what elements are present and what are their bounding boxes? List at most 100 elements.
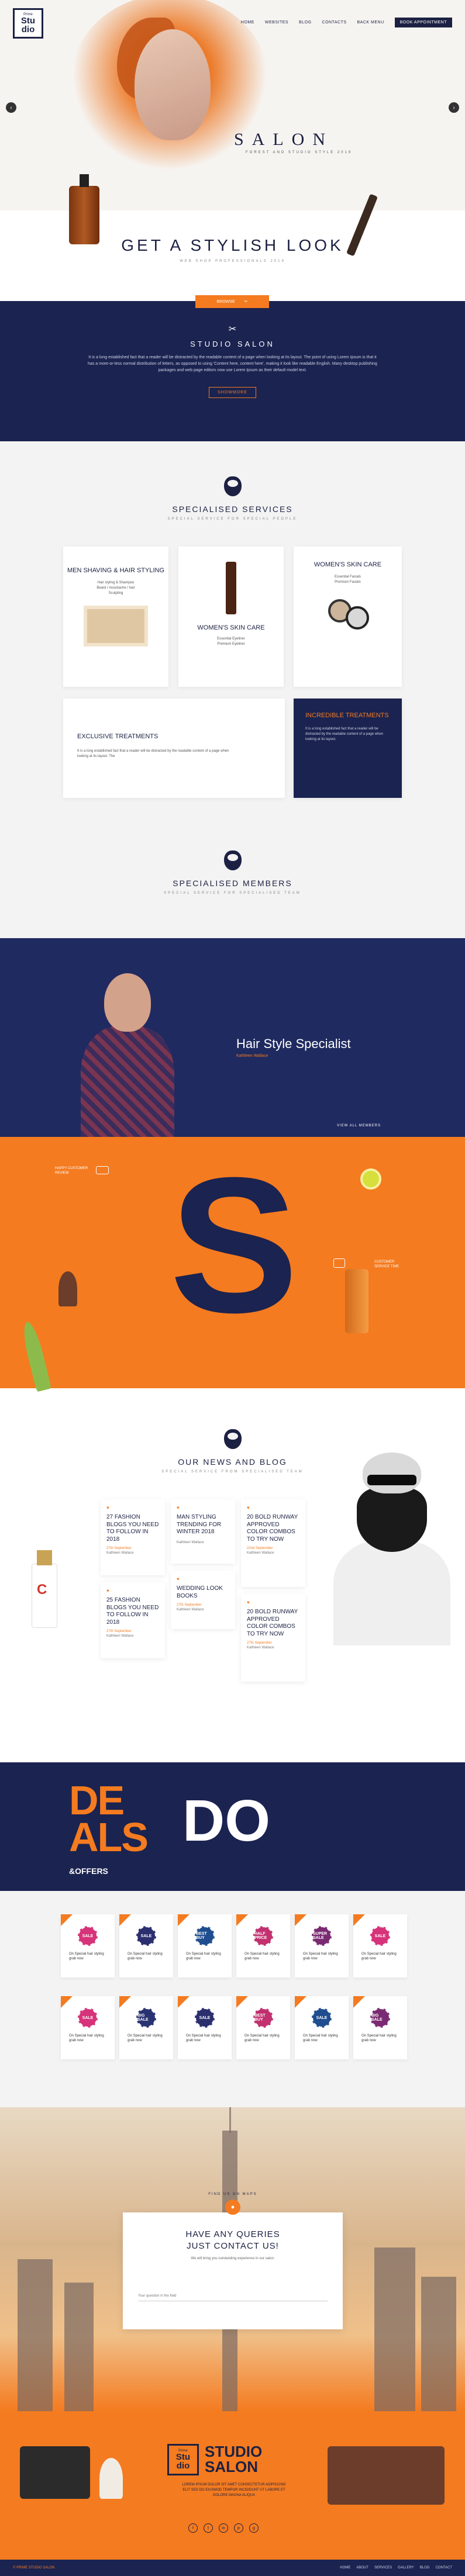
heart-icon: ♥ bbox=[247, 1505, 250, 1510]
google-icon[interactable]: g bbox=[249, 2523, 259, 2533]
sale-badge-icon: SALE bbox=[78, 1926, 98, 1946]
footer-link[interactable]: ABOUT bbox=[356, 2566, 368, 2570]
powder-compact-image bbox=[325, 596, 371, 631]
blog-post-title: 20 BOLD RUNWAY APPROVED COLOR COMBOS TO … bbox=[247, 1514, 298, 1543]
twitter-icon[interactable]: t bbox=[204, 2523, 213, 2533]
offer-card[interactable]: BIG SALE On Special hair styling grab now bbox=[353, 1996, 407, 2059]
blog-post-author: Kathleen Wallace bbox=[247, 1551, 274, 1555]
stylish-section: GET A STYLISH LOOK WEB SHOP PROFESSIONAL… bbox=[0, 174, 465, 301]
hero-subtitle: FOREST AND STUDIO STYLE 2019 bbox=[246, 151, 353, 154]
blog-post-card[interactable]: ♥ 25 FASHION BLOGS YOU NEED TO FOLLOW IN… bbox=[101, 1582, 165, 1658]
deals-offers: &OFFERS bbox=[69, 1866, 108, 1876]
blog-post-title: 20 BOLD RUNWAY APPROVED COLOR COMBOS TO … bbox=[247, 1609, 298, 1637]
footer-link[interactable]: BLOG bbox=[420, 2566, 430, 2570]
members-title: SPECIALISED MEMBERS bbox=[173, 879, 292, 888]
blog-post-card[interactable]: ♥ 20 BOLD RUNWAY APPROVED COLOR COMBOS T… bbox=[241, 1594, 305, 1682]
offer-text: On Special hair styling grab now bbox=[244, 2034, 280, 2043]
members-subtitle: SPECIAL SERVICE FOR SPECIALISED TEAM bbox=[164, 891, 301, 895]
building-image bbox=[421, 2277, 456, 2411]
service-card-line: Sculpting bbox=[108, 592, 123, 596]
services-heading: SPECIALISED SERVICES SPECIAL SERVICE FOR… bbox=[0, 441, 465, 521]
incredible-treatments-card[interactable]: INCREDIBLE TREATMENTS It is a long estab… bbox=[294, 699, 402, 798]
beard-man-icon bbox=[223, 476, 242, 496]
offer-card[interactable]: SUPER SALE On Special hair styling grab n… bbox=[295, 1914, 349, 1977]
sale-badge-icon: HALF PRICE bbox=[253, 1926, 273, 1946]
members-heading-section: SPECIALISED MEMBERS SPECIAL SERVICE FOR … bbox=[0, 850, 465, 938]
offer-card[interactable]: SALE On Special hair styling grab now bbox=[61, 1914, 115, 1977]
nav-item-home[interactable]: HOME bbox=[241, 20, 254, 25]
offer-card[interactable]: SALE On Special hair styling grab now bbox=[178, 1996, 232, 2059]
offer-corner-ribbon bbox=[353, 1914, 365, 1926]
nav-item-blog[interactable]: BLOG bbox=[299, 20, 311, 25]
offer-text: On Special hair styling grab now bbox=[361, 2034, 397, 2043]
footer-link[interactable]: HOME bbox=[340, 2566, 350, 2570]
nav-item-contacts[interactable]: CONTACTS bbox=[322, 20, 347, 25]
service-card-line: Essential Facials bbox=[334, 575, 361, 579]
heart-icon: ♥ bbox=[177, 1505, 180, 1510]
offer-card[interactable]: BEST BUY On Special hair styling grab now bbox=[236, 1996, 290, 2059]
offer-card[interactable]: SALE On Special hair styling grab now bbox=[119, 1914, 173, 1977]
brand-logo[interactable]: Prime Stu dio bbox=[13, 8, 43, 39]
offer-corner-ribbon bbox=[236, 1914, 248, 1926]
book-appointment-button[interactable]: BOOK APPOINTMENT bbox=[394, 18, 452, 27]
building-image bbox=[64, 2283, 94, 2411]
offer-text: On Special hair styling grab now bbox=[69, 2034, 104, 2043]
offer-corner-ribbon bbox=[119, 1914, 131, 1926]
stylish-subtitle: WEB SHOP PROFESSIONALS 2019 bbox=[180, 260, 285, 263]
sale-badge-icon: BIG SALE bbox=[370, 2008, 390, 2028]
footer-link[interactable]: GALLERY bbox=[398, 2566, 414, 2570]
blog-post-title: 27 FASHION BLOGS YOU NEED TO FOLLOW IN 2… bbox=[106, 1514, 159, 1543]
linkedin-icon[interactable]: in bbox=[219, 2523, 228, 2533]
footer: Prime Stu dio STUDIO SALON LOREM IPSUM D… bbox=[0, 2411, 465, 2560]
offer-card[interactable]: BEST BUY On Special hair styling grab now bbox=[178, 1914, 232, 1977]
antenna-image bbox=[229, 2107, 231, 2133]
offer-corner-ribbon bbox=[353, 1996, 365, 2008]
blog-post-card[interactable]: ♥ MAN STYLING TRENDING FOR WINTER 2018 K… bbox=[171, 1499, 235, 1564]
service-card-line: Premium Facials bbox=[335, 580, 361, 585]
footer-brand-line2: dio bbox=[176, 2461, 190, 2471]
show-more-button[interactable]: SHOWMORE bbox=[209, 386, 256, 398]
offer-corner-ribbon bbox=[178, 1914, 190, 1926]
blog-post-date: 22nd September bbox=[247, 1547, 273, 1550]
news-section: OUR NEWS AND BLOG SPECIAL SERVICE FROM S… bbox=[0, 1388, 465, 1762]
studio-text: It is a long established fact that a rea… bbox=[88, 355, 377, 373]
social-links: f t in p g bbox=[188, 2523, 259, 2533]
browse-tab[interactable]: BROWSE ✂ bbox=[195, 295, 269, 308]
slider-next-button[interactable]: › bbox=[449, 102, 459, 113]
footer-link[interactable]: CONTACT bbox=[435, 2566, 452, 2570]
offer-card[interactable]: SALE On Special hair styling grab now bbox=[353, 1914, 407, 1977]
service-card-line: Essential Eyeliner bbox=[217, 637, 245, 641]
nav-item-websites[interactable]: WEBSITES bbox=[265, 20, 288, 25]
service-card-womens-skin-1[interactable]: WOMEN'S SKIN CARE Essential Eyeliner Pre… bbox=[178, 547, 284, 687]
map-pin-icon[interactable]: ● bbox=[225, 2200, 240, 2215]
blog-post-card[interactable]: ♥ WEDDING LOOK BOOKS 27th September Kath… bbox=[171, 1571, 235, 1629]
nav-item-back-menu[interactable]: BACK MENU bbox=[357, 20, 384, 25]
blog-post-card[interactable]: ♥ 27 FASHION BLOGS YOU NEED TO FOLLOW IN… bbox=[101, 1499, 165, 1575]
offer-card[interactable]: BIG SALE On Special hair styling grab now bbox=[119, 1996, 173, 2059]
service-card-womens-skin-2[interactable]: WOMEN'S SKIN CARE Essential Facials Prem… bbox=[294, 547, 402, 687]
exclusive-title: EXCLUSIVE TREATMENTS bbox=[77, 733, 159, 740]
offer-card[interactable]: SALE On Special hair styling grab now bbox=[61, 1996, 115, 2059]
blog-post-card[interactable]: ♥ 20 BOLD RUNWAY APPROVED COLOR COMBOS T… bbox=[241, 1499, 305, 1587]
contact-text: We will bring you outstanding experience… bbox=[191, 2257, 275, 2260]
footer-link[interactable]: SERVICES bbox=[374, 2566, 392, 2570]
sale-badge-icon: BEST BUY bbox=[195, 1926, 215, 1946]
question-input[interactable]: Your question in the field bbox=[138, 2294, 328, 2301]
studio-section: BROWSE ✂ ✂ STUDIO SALON It is a long est… bbox=[0, 295, 465, 441]
exclusive-treatments-card[interactable]: EXCLUSIVE TREATMENTS It is a long establ… bbox=[63, 699, 285, 798]
offer-card[interactable]: SALE On Special hair styling grab now bbox=[295, 1996, 349, 2059]
shaving-brush-image bbox=[58, 1271, 77, 1306]
footer-logo[interactable]: Prime Stu dio bbox=[167, 2444, 199, 2475]
grooming-kit-image bbox=[84, 606, 148, 647]
pinterest-icon[interactable]: p bbox=[234, 2523, 243, 2533]
offer-card[interactable]: HALF PRICE On Special hair styling grab n… bbox=[236, 1914, 290, 1977]
member-name: Hair Style Specialist bbox=[236, 1036, 351, 1051]
beard-man-icon bbox=[223, 850, 242, 870]
contact-card: FIND US ON MAPS ● HAVE ANY QUERIES JUST … bbox=[123, 2193, 343, 2329]
facebook-icon[interactable]: f bbox=[188, 2523, 198, 2533]
studio-title: STUDIO SALON bbox=[190, 340, 275, 348]
contact-title-line1: HAVE ANY QUERIES bbox=[185, 2229, 280, 2239]
view-all-members-link[interactable]: VIEW ALL MEMBERS bbox=[337, 1124, 381, 1128]
slider-prev-button[interactable]: ‹ bbox=[6, 102, 16, 113]
service-card-men-shaving[interactable]: MEN SHAVING & HAIR STYLING Hair styling … bbox=[63, 547, 168, 687]
